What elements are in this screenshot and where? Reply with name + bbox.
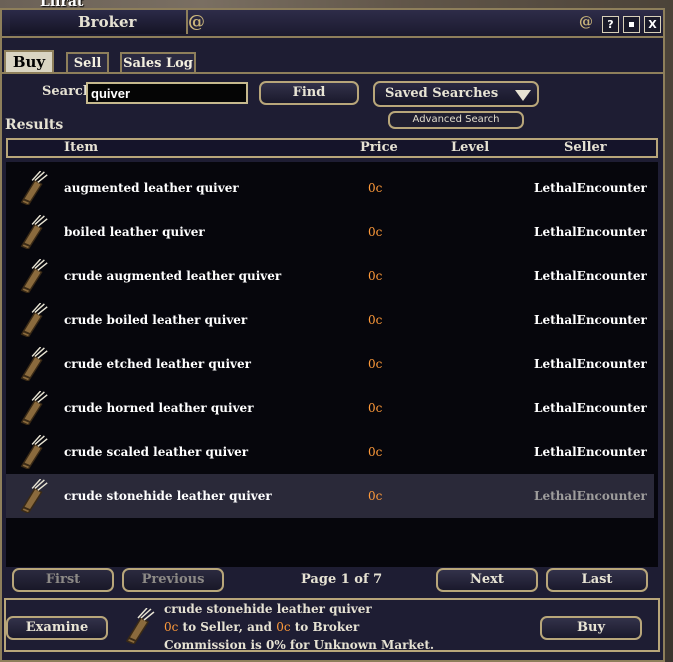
item-name: boiled leather quiver — [64, 225, 205, 239]
item-name: crude stonehide leather quiver — [64, 489, 272, 503]
item-price: 0c — [368, 313, 383, 327]
results-header: Item Price Level Seller — [6, 138, 658, 158]
item-seller: LethalEncounter — [534, 269, 647, 283]
broker-price: 0c — [276, 620, 291, 634]
selected-item-name: crude stonehide leather quiver — [164, 602, 372, 616]
quiver-icon — [18, 478, 50, 514]
last-page-button[interactable]: Last — [546, 568, 648, 592]
title-tab: Broker — [10, 10, 188, 34]
item-price: 0c — [368, 445, 383, 459]
quiver-icon — [18, 390, 50, 426]
quiver-icon — [18, 214, 50, 250]
item-name: crude boiled leather quiver — [64, 313, 248, 327]
price-breakdown: 0c to Seller, and 0c to Broker — [164, 620, 359, 634]
results-label: Results — [5, 117, 64, 133]
item-price: 0c — [368, 489, 383, 503]
first-page-button[interactable]: First — [12, 568, 114, 592]
page-indicator: Page 1 of 7 — [301, 572, 383, 587]
table-row[interactable]: crude scaled leather quiver 0c LethalEncou… — [6, 430, 654, 474]
item-price: 0c — [368, 357, 383, 371]
item-seller: LethalEncounter — [534, 357, 647, 371]
commission-text: Commission is 0% for Unknown Market. — [164, 638, 435, 652]
quiver-icon — [18, 346, 50, 382]
help-button[interactable]: ? — [602, 16, 619, 33]
to-seller-text: to Seller, and — [178, 620, 277, 634]
item-seller: LethalEncounter — [534, 181, 647, 195]
advanced-search-button[interactable]: Advanced Search — [388, 111, 524, 129]
dropdown-arrow-icon — [515, 90, 531, 101]
table-row[interactable]: crude etched leather quiver 0c LethalEncou… — [6, 342, 654, 386]
results-list: augmented leather quiver 0c LethalEncounte… — [6, 162, 658, 567]
table-row[interactable]: augmented leather quiver 0c LethalEncounte… — [6, 166, 654, 210]
item-name: crude horned leather quiver — [64, 401, 254, 415]
swirl-ornament-icon: @ — [579, 14, 593, 30]
saved-searches-label: Saved Searches — [385, 86, 499, 101]
table-row[interactable]: crude boiled leather quiver 0c LethalEncou… — [6, 298, 654, 342]
table-row[interactable]: boiled leather quiver 0c LethalEncounter — [6, 210, 654, 254]
item-seller: LethalEncounter — [534, 445, 647, 459]
item-seller: LethalEncounter — [534, 313, 647, 327]
find-button[interactable]: Find — [259, 81, 359, 105]
item-seller: LethalEncounter — [534, 489, 647, 503]
tab-divider — [2, 72, 663, 74]
item-seller: LethalEncounter — [534, 225, 647, 239]
title-bar[interactable]: Broker @ @ ? X — [2, 10, 663, 38]
search-label: Search — [42, 84, 93, 99]
column-seller[interactable]: Seller — [564, 140, 607, 155]
buy-button[interactable]: Buy — [540, 616, 642, 640]
broker-window: Broker @ @ ? X Buy Sell Sales Log Search… — [0, 8, 665, 662]
item-name: crude etched leather quiver — [64, 357, 251, 371]
quiver-icon — [18, 258, 50, 294]
item-name: crude scaled leather quiver — [64, 445, 249, 459]
minimize-button[interactable] — [623, 16, 640, 33]
column-item[interactable]: Item — [64, 140, 98, 155]
swirl-ornament-icon: @ — [188, 12, 205, 32]
examine-button[interactable]: Examine — [6, 616, 108, 640]
item-name: augmented leather quiver — [64, 181, 239, 195]
table-row[interactable]: crude augmented leather quiver 0c LethalEn… — [6, 254, 654, 298]
table-row[interactable]: crude stonehide leather quiver 0c LethalEn… — [6, 474, 654, 518]
seller-price: 0c — [164, 620, 179, 634]
quiver-icon — [18, 302, 50, 338]
tab-buy[interactable]: Buy — [4, 50, 54, 72]
column-level[interactable]: Level — [451, 140, 489, 155]
tab-sales-log[interactable]: Sales Log — [120, 52, 196, 72]
saved-searches-dropdown[interactable]: Saved Searches — [373, 81, 539, 107]
column-price[interactable]: Price — [360, 140, 398, 155]
search-input[interactable] — [86, 82, 248, 104]
item-price: 0c — [368, 269, 383, 283]
next-page-button[interactable]: Next — [436, 568, 538, 592]
to-broker-text: to Broker — [290, 620, 360, 634]
quiver-icon — [125, 608, 155, 644]
item-price: 0c — [368, 401, 383, 415]
quiver-icon — [18, 170, 50, 206]
square-icon — [629, 22, 634, 27]
previous-page-button[interactable]: Previous — [122, 568, 224, 592]
item-seller: LethalEncounter — [534, 401, 647, 415]
quiver-icon — [18, 434, 50, 470]
close-button[interactable]: X — [644, 16, 661, 33]
item-price: 0c — [368, 181, 383, 195]
item-name: crude augmented leather quiver — [64, 269, 282, 283]
table-row[interactable]: crude horned leather quiver 0c LethalEncou… — [6, 386, 654, 430]
item-price: 0c — [368, 225, 383, 239]
window-title: Broker — [78, 13, 137, 31]
tab-sell[interactable]: Sell — [66, 52, 109, 72]
